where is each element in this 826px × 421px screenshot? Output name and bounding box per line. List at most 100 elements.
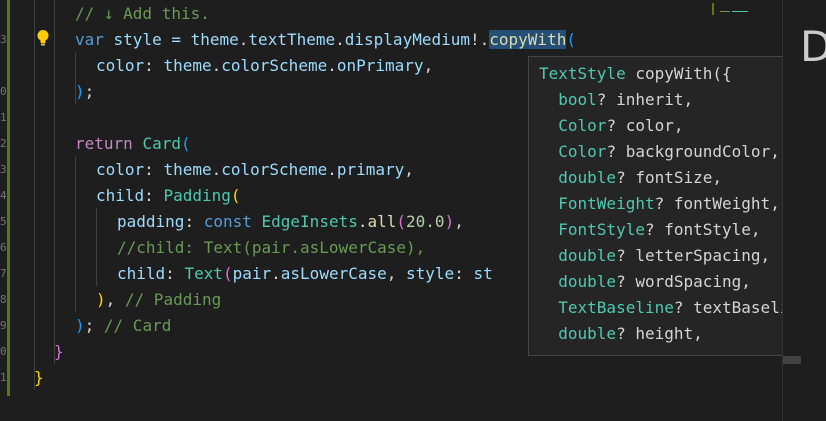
signature-token: double: [558, 272, 617, 291]
code-token: //child: Text(pair.asLowerCase),: [117, 238, 426, 257]
signature-token: [539, 90, 558, 109]
code-token: return: [75, 134, 133, 153]
code-token: colorScheme: [221, 56, 328, 75]
code-token: // Padding: [124, 290, 222, 309]
indent-guide: [34, 0, 35, 390]
code-token: child: [117, 264, 166, 283]
signature-token: [539, 298, 558, 317]
code-token: onPrimary: [336, 56, 424, 75]
indent-guide: [96, 208, 97, 286]
code-token: displayMedium: [344, 30, 470, 49]
signature-token: [539, 194, 558, 213]
signature-token: TextStyle: [539, 64, 626, 83]
editor-bottom-area: [0, 396, 782, 421]
signature-token: [539, 168, 558, 187]
indent-guide: [54, 0, 55, 364]
code-token: theme: [163, 160, 212, 179]
signature-token: [539, 324, 558, 343]
line-number: 5: [0, 215, 6, 228]
code-token: :: [144, 56, 164, 75]
signature-token: [539, 220, 558, 239]
code-token: }: [34, 368, 44, 387]
line-number-gutter: 3 0 1 2 3 4 5 6 7 8 9 0 1: [0, 0, 22, 421]
code-token: :: [144, 160, 164, 179]
side-panel-letter: D: [800, 22, 826, 71]
code-token: .: [211, 56, 222, 75]
signature-token: ? inherit,: [596, 90, 694, 109]
code-token: ,: [423, 56, 434, 75]
code-token: !.: [470, 30, 490, 49]
signature-token: bool: [558, 90, 597, 109]
signature-line: TextBaseline? textBaseline: [539, 295, 808, 321]
signature-token: [539, 142, 558, 161]
code-token: :: [184, 212, 204, 231]
line-number: 6: [0, 241, 6, 254]
signature-token: Color: [558, 142, 607, 161]
code-line[interactable]: return Card(: [75, 131, 191, 157]
signature-token: ? fontSize,: [616, 168, 723, 187]
signature-line: bool? inherit,: [539, 87, 693, 113]
code-token: ,: [454, 212, 464, 231]
scrollbar-thumb[interactable]: [783, 356, 801, 364]
signature-token: Color: [558, 116, 607, 135]
code-line[interactable]: ); // Card: [75, 313, 171, 339]
code-token: :: [454, 264, 474, 283]
signature-token: ? color,: [606, 116, 684, 135]
line-number: 1: [0, 111, 6, 124]
code-line[interactable]: var style = theme.textTheme.displayMediu…: [75, 27, 576, 53]
line-number: 7: [0, 267, 6, 280]
code-line[interactable]: padding: const EdgeInsets.all(20.0),: [117, 209, 464, 235]
code-line[interactable]: child: Text(pair.asLowerCase, style: st: [117, 261, 493, 287]
code-token: ;: [84, 82, 95, 101]
signature-token: double: [558, 324, 617, 343]
signature-line: FontStyle? fontStyle,: [539, 217, 761, 243]
lightbulb-icon[interactable]: [36, 29, 50, 47]
code-line[interactable]: }: [54, 339, 64, 365]
code-token: var: [75, 30, 104, 49]
signature-token: TextBaseline: [558, 298, 674, 317]
signature-line: double? height,: [539, 321, 703, 347]
code-token: style: [406, 264, 455, 283]
line-number: 3: [0, 33, 6, 46]
signature-token: ? fontStyle,: [644, 220, 761, 239]
line-number: 8: [0, 293, 6, 306]
signature-token: [539, 116, 558, 135]
code-token: .: [238, 30, 249, 49]
code-token: // ↓ Add this.: [75, 4, 210, 23]
code-line[interactable]: color: theme.colorScheme.onPrimary,: [96, 53, 433, 79]
code-token: pair: [232, 264, 272, 283]
code-line[interactable]: color: theme.colorScheme.primary,: [96, 157, 414, 183]
signature-token: FontWeight: [558, 194, 655, 213]
code-line[interactable]: }: [34, 365, 44, 391]
code-token: ;: [84, 316, 104, 335]
code-line[interactable]: child: Padding(: [96, 183, 241, 209]
code-token: child: [96, 186, 145, 205]
signature-token: ? wordSpacing,: [616, 272, 751, 291]
signature-token: ? fontWeight,: [654, 194, 780, 213]
line-number: 0: [0, 345, 6, 358]
code-token: asLowerCase: [280, 264, 387, 283]
code-line[interactable]: );: [75, 79, 94, 105]
code-token: theme: [190, 30, 239, 49]
code-token: .: [327, 160, 337, 179]
indent-guide: [75, 156, 76, 312]
minimap-preview[interactable]: [712, 0, 764, 15]
signature-line: double? fontSize,: [539, 165, 722, 191]
code-token: Padding: [163, 186, 231, 205]
code-token: ,: [386, 264, 407, 283]
code-line[interactable]: //child: Text(pair.asLowerCase),: [117, 235, 425, 261]
code-token: (: [396, 212, 407, 231]
signature-token: double: [558, 246, 617, 265]
line-number: 0: [0, 85, 6, 98]
code-token: st: [473, 264, 493, 283]
code-token: ): [75, 316, 85, 335]
signature-line: Color? color,: [539, 113, 684, 139]
code-line[interactable]: // ↓ Add this.: [75, 1, 210, 27]
code-token: copyWith: [489, 30, 567, 49]
code-token: ,: [105, 290, 125, 309]
code-token: :: [165, 264, 185, 283]
code-token: (: [180, 134, 191, 153]
code-line[interactable]: ), // Padding: [96, 287, 221, 313]
code-token: theme: [163, 56, 212, 75]
